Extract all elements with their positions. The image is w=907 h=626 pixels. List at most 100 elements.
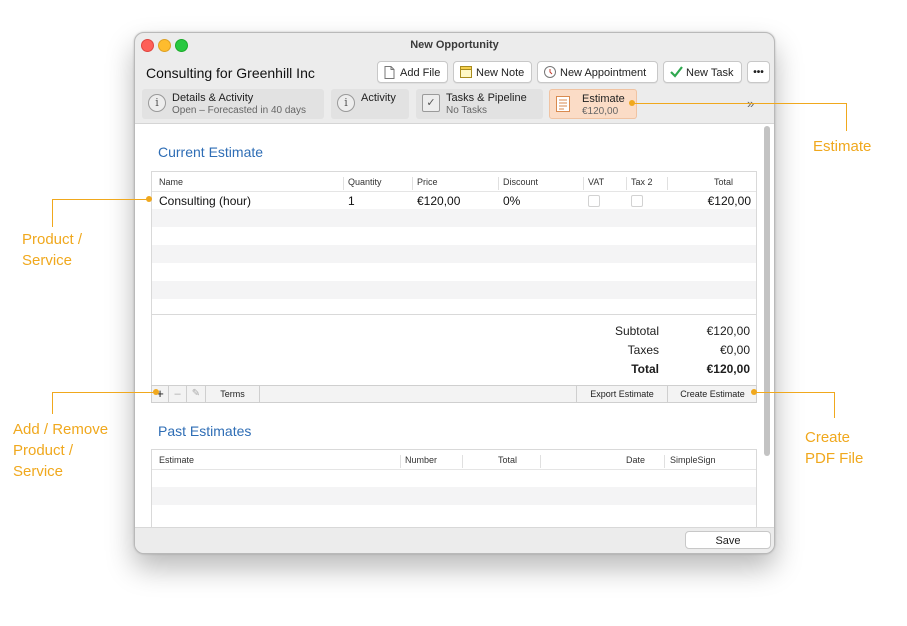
estimate-callout-line (634, 103, 847, 104)
estimate-icon (556, 96, 570, 112)
create-estimate-button[interactable]: Create Estimate (668, 386, 757, 402)
col-vat[interactable]: VAT (588, 177, 604, 187)
taxes-label: Taxes (627, 343, 659, 357)
row-price[interactable]: €120,00 (417, 194, 460, 208)
totals-divider (152, 314, 756, 315)
table-row[interactable] (152, 263, 756, 281)
add-callout-line (52, 392, 155, 393)
tab-label: Activity (361, 92, 396, 104)
total-label: Total (631, 362, 659, 376)
estimate-actions-bar: + – ✎ Terms Export Estimate Create Estim… (151, 385, 757, 403)
zoom-window-button[interactable] (175, 39, 188, 52)
minimize-window-button[interactable] (158, 39, 171, 52)
past-estimates-heading: Past Estimates (158, 423, 252, 439)
col-quantity[interactable]: Quantity (348, 177, 382, 187)
window-title: New Opportunity (410, 39, 499, 51)
add-annotation-line3: Service (13, 463, 64, 480)
checkbox-icon: ✓ (422, 94, 440, 112)
tab-label: Estimate (582, 93, 625, 105)
new-task-button[interactable]: New Task (663, 61, 742, 83)
col-name[interactable]: Name (159, 177, 183, 187)
product-annotation-line1: Product / (22, 231, 83, 248)
scrollbar-thumb[interactable] (764, 126, 770, 456)
table-row[interactable] (152, 227, 756, 245)
add-annotation-line2: Product / (13, 442, 74, 459)
col-simplesign[interactable]: SimpleSign (670, 455, 716, 465)
col-date[interactable]: Date (626, 455, 645, 465)
tab-sublabel: No Tasks (446, 105, 487, 116)
create-annotation-line2: PDF File (805, 450, 864, 467)
vertical-scrollbar[interactable] (763, 126, 771, 456)
vat-checkbox[interactable] (588, 195, 600, 207)
col-discount[interactable]: Discount (503, 177, 538, 187)
table-row[interactable] (152, 487, 756, 505)
tab-sublabel: €120,00 (582, 106, 619, 117)
row-discount[interactable]: 0% (503, 194, 520, 208)
table-header: Name Quantity Price Discount VAT Tax 2 T… (152, 172, 756, 192)
tab-label: Tasks & Pipeline (446, 92, 527, 104)
tab-details-activity[interactable]: i Details & Activity Open – Forecasted i… (142, 89, 324, 119)
table-header: Estimate Number Total Date SimpleSign (152, 450, 756, 470)
row-quantity[interactable]: 1 (348, 194, 355, 208)
file-icon (384, 66, 395, 79)
col-number[interactable]: Number (405, 455, 437, 465)
tax2-checkbox[interactable] (631, 195, 643, 207)
title-bar: New Opportunity (135, 33, 774, 57)
table-row[interactable] (152, 245, 756, 263)
new-note-label: New Note (476, 67, 525, 79)
past-estimates-table: Estimate Number Total Date SimpleSign (151, 449, 757, 528)
new-appointment-button[interactable]: New Appointment (537, 61, 658, 83)
tab-estimate[interactable]: Estimate €120,00 (549, 89, 637, 119)
total-value: €120,00 (706, 362, 750, 376)
col-price[interactable]: Price (417, 177, 438, 187)
row-name[interactable]: Consulting (hour) (159, 194, 251, 208)
clock-icon (544, 66, 556, 78)
table-row[interactable] (152, 209, 756, 227)
tab-bar: i Details & Activity Open – Forecasted i… (135, 89, 774, 121)
table-row[interactable] (152, 469, 756, 487)
col-estimate[interactable]: Estimate (159, 455, 194, 465)
new-task-label: New Task (686, 67, 734, 79)
tab-sublabel: Open – Forecasted in 40 days (172, 105, 306, 116)
terms-button[interactable]: Terms (206, 386, 260, 402)
subtotal-label: Subtotal (614, 324, 659, 338)
add-annotation-line1: Add / Remove (13, 421, 109, 438)
table-row[interactable]: Consulting (hour) 1 €120,00 0% €120,00 (152, 191, 756, 209)
remove-item-button[interactable]: – (169, 386, 187, 402)
estimate-content: Current Estimate Name Quantity Price Dis… (135, 123, 774, 528)
page-title: Consulting for Greenhill Inc (146, 65, 315, 81)
current-estimate-heading: Current Estimate (158, 144, 264, 160)
export-estimate-button[interactable]: Export Estimate (576, 386, 668, 402)
save-button[interactable]: Save (685, 531, 771, 549)
table-row[interactable] (152, 505, 756, 523)
product-annotation-line2: Service (22, 252, 73, 269)
col-total[interactable]: Total (498, 455, 517, 465)
tab-label: Details & Activity (172, 92, 254, 104)
new-note-button[interactable]: New Note (453, 61, 532, 83)
row-total: €120,00 (707, 194, 751, 208)
estimate-callout-line (846, 103, 847, 131)
tab-tasks-pipeline[interactable]: ✓ Tasks & Pipeline No Tasks (416, 89, 543, 119)
create-callout-line (834, 392, 835, 418)
opportunity-window: New Opportunity Consulting for Greenhill… (134, 32, 775, 554)
edit-item-button[interactable]: ✎ (187, 386, 206, 402)
more-button[interactable]: ••• (747, 61, 770, 83)
current-estimate-table: Name Quantity Price Discount VAT Tax 2 T… (151, 171, 757, 403)
new-appointment-label: New Appointment (560, 67, 647, 79)
tab-activity[interactable]: i Activity (331, 89, 409, 119)
close-window-button[interactable] (141, 39, 154, 52)
info-icon: i (148, 94, 166, 112)
footer-bar: Save (135, 527, 774, 553)
note-icon (460, 66, 472, 78)
col-total[interactable]: Total (714, 177, 733, 187)
checkmark-icon (670, 66, 683, 78)
create-callout-line (756, 392, 834, 393)
add-file-button[interactable]: Add File (377, 61, 448, 83)
more-icon: ••• (753, 67, 764, 78)
product-callout-line (52, 199, 53, 227)
subtotal-value: €120,00 (706, 324, 750, 338)
info-icon: i (337, 94, 355, 112)
table-row[interactable] (152, 281, 756, 299)
taxes-value: €0,00 (719, 343, 750, 357)
col-tax2[interactable]: Tax 2 (631, 177, 653, 187)
